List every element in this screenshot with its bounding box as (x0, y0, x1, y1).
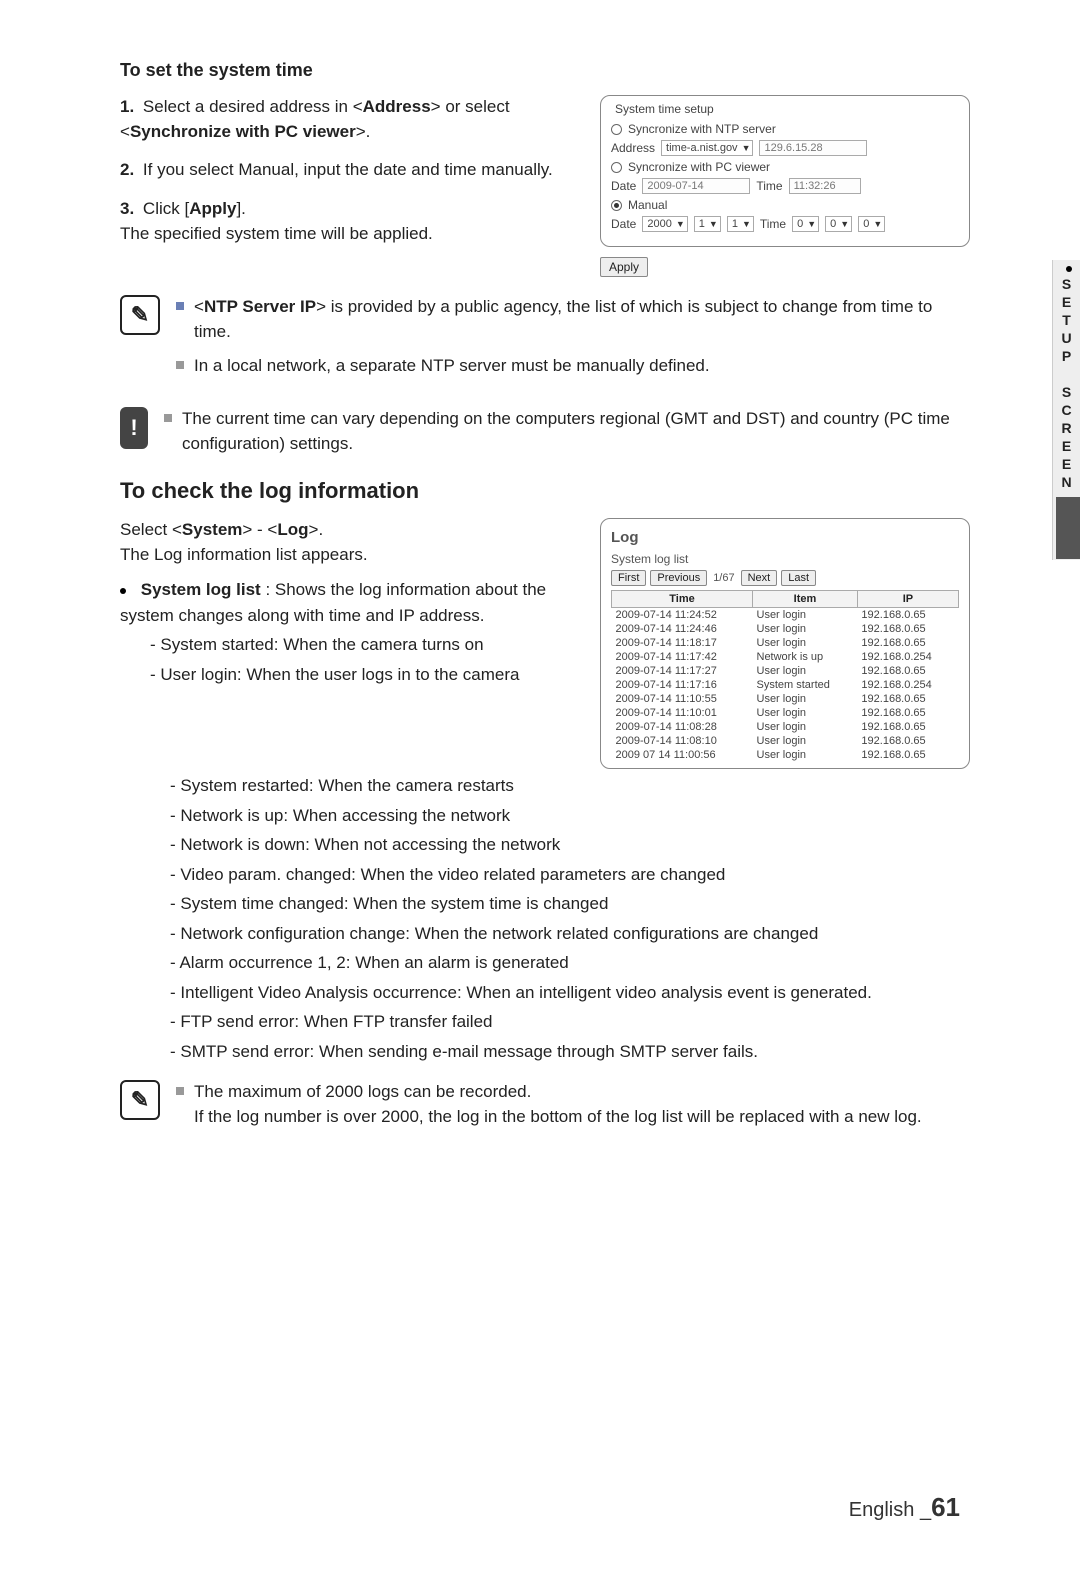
chevron-down-icon: ▼ (742, 143, 751, 153)
note-log-max: The maximum of 2000 logs can be recorded… (176, 1080, 970, 1129)
table-row: 2009-07-14 11:10:55User login192.168.0.6… (612, 692, 959, 706)
steps-list: 1. Select a desired address in <Address>… (120, 95, 584, 246)
bullet-icon (120, 588, 126, 594)
time-input[interactable]: 11:32:26 (789, 178, 861, 194)
radio-pcviewer[interactable] (611, 162, 622, 173)
bullet-system-log-list: System log list : Shows the log informat… (120, 577, 584, 687)
section-tab-label: SETUP SCREEN (1059, 276, 1075, 492)
list-item: Network configuration change: When the n… (170, 921, 970, 947)
table-row: 2009-07-14 11:17:27User login192.168.0.6… (612, 664, 959, 678)
previous-button[interactable]: Previous (650, 570, 707, 586)
warn-1: The current time can vary depending on t… (164, 407, 970, 456)
bullet-icon (164, 414, 172, 422)
time-label: Time (756, 179, 782, 193)
log-info-heading: To check the log information (120, 478, 970, 504)
table-row: 2009-07-14 11:08:28User login192.168.0.6… (612, 720, 959, 734)
table-row: 2009-07-14 11:17:42Network is up192.168.… (612, 650, 959, 664)
chevron-down-icon: ▼ (840, 219, 849, 229)
hour-select[interactable]: 0▼ (792, 216, 819, 232)
table-row: 2009-07-14 11:17:16System started192.168… (612, 678, 959, 692)
address-ip[interactable]: 129.6.15.28 (759, 140, 867, 156)
day-select[interactable]: 1▼ (727, 216, 754, 232)
next-button[interactable]: Next (741, 570, 778, 586)
col-item: Item (753, 591, 858, 608)
list-item: System restarted: When the camera restar… (170, 773, 970, 799)
table-row: 2009 07 14 11:00:56User login192.168.0.6… (612, 748, 959, 762)
manual-date-label: Date (611, 217, 636, 231)
list-item: Video param. changed: When the video rel… (170, 862, 970, 888)
chevron-down-icon: ▼ (807, 219, 816, 229)
table-row: 2009-07-14 11:18:17User login192.168.0.6… (612, 636, 959, 650)
note-icon: ✎ (120, 1080, 160, 1120)
step-2: 2. If you select Manual, input the date … (120, 158, 584, 183)
log-pager: First Previous 1/67 Next Last (611, 570, 959, 586)
radio-manual-label: Manual (628, 198, 667, 212)
panel-legend: System time setup (611, 102, 959, 116)
manual-time-label: Time (760, 217, 786, 231)
step-1: 1. Select a desired address in <Address>… (120, 95, 584, 144)
log-list-label: System log list (611, 552, 959, 566)
radio-manual[interactable] (611, 200, 622, 211)
list-item: Network is down: When not accessing the … (170, 832, 970, 858)
list-item: System time changed: When the system tim… (170, 891, 970, 917)
time-setup-panel: System time setup Syncronize with NTP se… (600, 95, 970, 247)
radio-ntp-label: Syncronize with NTP server (628, 122, 776, 136)
log-table: Time Item IP 2009-07-14 11:24:52User log… (611, 590, 959, 762)
chevron-down-icon: ▼ (676, 219, 685, 229)
col-time: Time (612, 591, 753, 608)
note-2: In a local network, a separate NTP serve… (176, 354, 970, 379)
apply-button[interactable]: Apply (600, 257, 648, 277)
log-panel-title: Log (611, 529, 959, 546)
sec-select[interactable]: 0▼ (858, 216, 885, 232)
address-label: Address (611, 141, 655, 155)
radio-ntp[interactable] (611, 124, 622, 135)
set-time-heading: To set the system time (120, 60, 970, 81)
note-1: <NTP Server IP> is provided by a public … (176, 295, 970, 344)
note-icon: ✎ (120, 295, 160, 335)
chevron-down-icon: ▼ (742, 219, 751, 229)
bullet-icon (176, 361, 184, 369)
page-number: 1/67 (711, 572, 736, 584)
last-button[interactable]: Last (781, 570, 816, 586)
list-item: SMTP send error: When sending e-mail mes… (170, 1039, 970, 1065)
year-select[interactable]: 2000▼ (642, 216, 687, 232)
table-row: 2009-07-14 11:10:01User login192.168.0.6… (612, 706, 959, 720)
month-select[interactable]: 1▼ (694, 216, 721, 232)
step-3: 3. Click [Apply]. The specified system t… (120, 197, 584, 246)
col-ip: IP (857, 591, 958, 608)
radio-pcviewer-label: Syncronize with PC viewer (628, 160, 770, 174)
list-item: System started: When the camera turns on (150, 632, 584, 658)
log-intro: Select <System> - <Log>. The Log informa… (120, 518, 584, 567)
chevron-down-icon: ▼ (873, 219, 882, 229)
table-row: 2009-07-14 11:24:46User login192.168.0.6… (612, 622, 959, 636)
list-item: Alarm occurrence 1, 2: When an alarm is … (170, 950, 970, 976)
list-item: Network is up: When accessing the networ… (170, 803, 970, 829)
side-marker (1056, 497, 1080, 559)
page-footer: English _61 (849, 1492, 960, 1523)
dot-icon (1066, 266, 1072, 272)
date-input[interactable]: 2009-07-14 (642, 178, 750, 194)
min-select[interactable]: 0▼ (825, 216, 852, 232)
table-row: 2009-07-14 11:24:52User login192.168.0.6… (612, 608, 959, 623)
list-item: User login: When the user logs in to the… (150, 662, 584, 688)
chevron-down-icon: ▼ (709, 219, 718, 229)
warning-icon: ! (120, 407, 148, 449)
bullet-icon (176, 302, 184, 310)
table-row: 2009-07-14 11:08:10User login192.168.0.6… (612, 734, 959, 748)
address-select[interactable]: time-a.nist.gov▼ (661, 140, 753, 156)
log-panel: Log System log list First Previous 1/67 … (600, 518, 970, 769)
first-button[interactable]: First (611, 570, 646, 586)
list-item: FTP send error: When FTP transfer failed (170, 1009, 970, 1035)
bullet-icon (176, 1087, 184, 1095)
list-item: Intelligent Video Analysis occurrence: W… (170, 980, 970, 1006)
date-label: Date (611, 179, 636, 193)
